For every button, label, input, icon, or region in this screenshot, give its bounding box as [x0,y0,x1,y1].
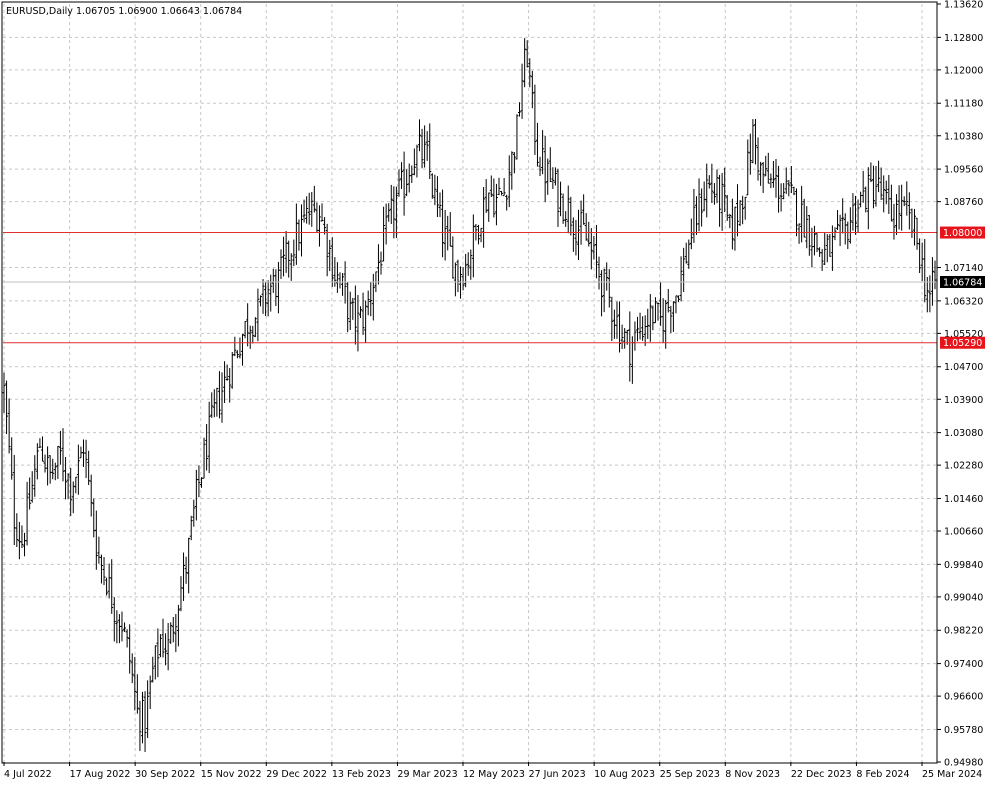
y-tick-label: 0.99840 [944,560,983,571]
ohlc-label: 1.06705 1.06900 1.06643 1.06784 [76,6,242,17]
y-tick-label: 1.06320 [944,296,983,307]
x-tick-label: 25 Mar 2024 [922,769,982,780]
y-tick-label: 0.98220 [944,626,983,637]
y-tick-label: 0.96600 [944,692,983,703]
y-tick-label: 1.09560 [944,165,983,176]
price-chart[interactable]: 1.13620 1.12800 1.12000 1.11180 1.10380 1.095… [0,0,985,787]
y-tick-label: 1.07140 [944,263,983,274]
x-tick-label: 10 Aug 2023 [594,769,655,780]
y-tick-label: 1.02280 [944,461,983,472]
x-tick-label: 17 Aug 2022 [70,769,131,780]
y-tick-label: 0.99040 [944,592,983,603]
x-tick-label: 25 Sep 2023 [660,769,720,780]
x-tick-label: 4 Jul 2022 [4,769,52,780]
x-tick-label: 12 May 2023 [463,769,525,780]
level-tag-label: 1.08000 [943,228,982,239]
x-tick-label: 29 Mar 2023 [397,769,457,780]
y-tick-label: 1.12800 [944,33,983,44]
level-tag-label: 1.05290 [943,338,982,349]
y-tick-label: 1.00660 [944,527,983,538]
y-tick-label: 1.03080 [944,428,983,439]
x-tick-label: 30 Sep 2022 [135,769,195,780]
x-tick-label: 29 Dec 2022 [266,769,327,780]
y-tick-label: 1.01460 [944,494,983,505]
chart-window[interactable]: 1.13620 1.12800 1.12000 1.11180 1.10380 1.095… [0,0,985,787]
x-tick-label: 15 Nov 2022 [201,769,262,780]
symbol-label: EURUSD,Daily [6,6,73,17]
y-tick-label: 1.13620 [944,0,983,11]
x-tick-label: 27 Jun 2023 [529,769,586,780]
x-tick-label: 8 Nov 2023 [725,769,780,780]
x-tick-label: 22 Dec 2023 [791,769,852,780]
y-tick-label: 0.95780 [944,725,983,736]
y-tick-label: 1.03900 [944,395,983,406]
y-tick-label: 1.04700 [944,362,983,373]
y-tick-label: 1.10380 [944,131,983,142]
y-tick-label: 0.97400 [944,659,983,670]
x-tick-label: 8 Feb 2024 [856,769,909,780]
y-tick-label: 0.94980 [944,758,983,769]
y-tick-label: 1.11180 [944,99,983,110]
x-tick-label: 13 Feb 2023 [332,769,391,780]
current-price-label: 1.06784 [943,277,982,288]
y-tick-label: 1.12000 [944,65,983,76]
y-tick-label: 1.08760 [944,197,983,208]
chart-background [0,0,985,787]
